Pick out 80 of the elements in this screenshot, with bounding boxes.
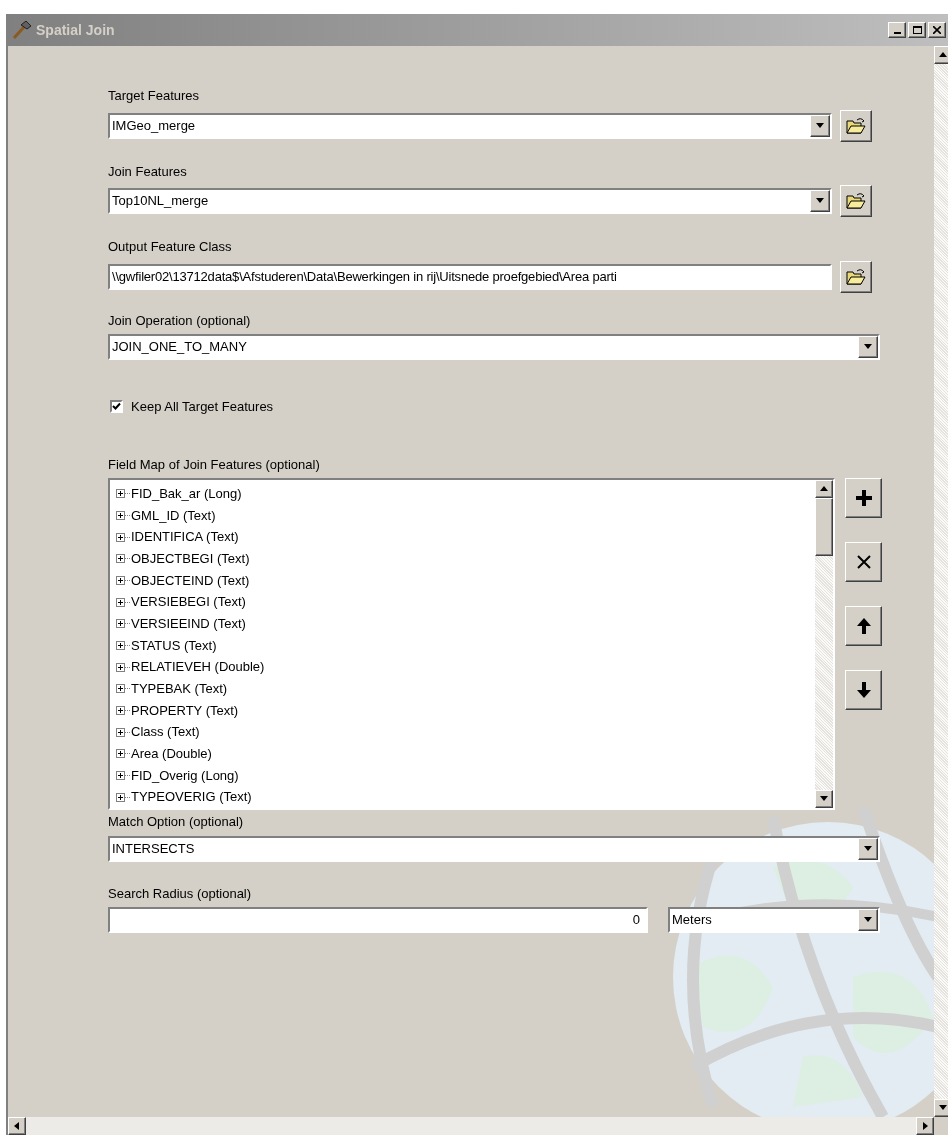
hammer-icon	[12, 21, 32, 39]
field-map-item[interactable]: STATUS (Text)	[131, 635, 217, 656]
browse-button[interactable]	[840, 185, 872, 217]
output-path-field[interactable]: \\gwfiler02\13712data$\Afstuderen\Data\Bewerkingen in rij\Uitsnede proefgebied\Area parti	[108, 263, 832, 290]
down-arrow-icon	[855, 681, 872, 699]
field-map-item[interactable]: Class (Text)	[131, 722, 200, 742]
add-button[interactable]	[845, 478, 882, 518]
browse-button[interactable]	[840, 260, 872, 293]
remove-button[interactable]	[845, 542, 882, 582]
plus-icon	[854, 489, 873, 507]
move-down-button[interactable]	[845, 670, 882, 710]
horizontal-scrollbar[interactable]	[8, 1117, 934, 1135]
field-map-item[interactable]: GML_ID (Text)	[131, 505, 216, 526]
expand-icon[interactable]	[116, 532, 125, 542]
field-map-item[interactable]: TYPEBAK (Text)	[131, 679, 228, 699]
checkbox[interactable]	[110, 400, 123, 414]
expand-icon[interactable]	[116, 489, 125, 499]
dropdown-button[interactable]	[810, 190, 830, 212]
dropdown-field[interactable]: Meters	[668, 907, 880, 933]
field-map-item[interactable]: FID_Bak_ar (Long)	[131, 484, 242, 504]
up-arrow-icon	[855, 617, 872, 635]
field-label: Search Radius (optional)	[108, 884, 253, 903]
scrollbar[interactable]	[815, 480, 833, 808]
dropdown-field[interactable]: Top10NL_merge	[108, 188, 832, 214]
field-label: Join Features	[108, 162, 188, 181]
checkbox-label: Keep All Target Features	[131, 398, 274, 416]
expand-icon[interactable]	[116, 511, 125, 520]
dropdown-field[interactable]: JOIN_ONE_TO_MANY	[108, 334, 880, 360]
field-label: Target Features	[108, 87, 201, 105]
field-label: Output Feature Class	[108, 238, 233, 256]
expand-icon[interactable]	[116, 641, 125, 651]
close-icon	[933, 26, 941, 34]
window-scrollbar[interactable]	[934, 46, 948, 1117]
expand-icon[interactable]	[116, 792, 125, 802]
dropdown-button[interactable]	[858, 336, 878, 358]
dropdown-value: INTERSECTS	[111, 839, 196, 858]
dropdown-button[interactable]	[810, 114, 830, 137]
field-map-item[interactable]: Area (Double)	[131, 744, 212, 764]
scroll-thumb[interactable]	[815, 498, 833, 556]
field-map-item[interactable]: OBJECTEIND (Text)	[131, 570, 250, 591]
minimize-button[interactable]	[888, 22, 906, 38]
dropdown-value: JOIN_ONE_TO_MANY	[111, 338, 248, 357]
expand-icon[interactable]	[116, 749, 125, 759]
field-map-item[interactable]: VERSIEBEGI (Text)	[131, 592, 246, 612]
expand-icon[interactable]	[116, 706, 125, 716]
expand-icon[interactable]	[116, 662, 125, 672]
field-map-item[interactable]: OBJECTBEGI (Text)	[131, 549, 250, 569]
field-label: Match Option (optional)	[108, 813, 245, 831]
dropdown-field[interactable]: INTERSECTS	[108, 835, 880, 862]
search-radius-field[interactable]: 0	[108, 907, 648, 933]
folder-icon	[846, 192, 866, 210]
expand-icon[interactable]	[116, 597, 125, 607]
dropdown-field[interactable]: IMGeo_merge	[108, 112, 832, 139]
dropdown-button[interactable]	[858, 837, 878, 860]
field-map-item[interactable]: PROPERTY (Text)	[131, 700, 239, 721]
expand-icon[interactable]	[116, 576, 125, 585]
field-map-item[interactable]: RELATIEVEH (Double)	[131, 657, 265, 677]
expand-icon[interactable]	[116, 684, 125, 694]
dropdown-value: Meters	[671, 911, 713, 930]
window-title: Spatial Join	[36, 20, 115, 40]
field-label: Join Operation (optional)	[108, 311, 252, 330]
expand-icon[interactable]	[116, 619, 125, 629]
maximize-button[interactable]	[908, 22, 926, 38]
dropdown-value: Top10NL_merge	[111, 192, 210, 211]
move-up-button[interactable]	[845, 606, 882, 646]
field-map-item[interactable]: VERSIEEIND (Text)	[131, 614, 246, 634]
dropdown-value: IMGeo_merge	[111, 116, 197, 135]
close-icon	[855, 554, 872, 570]
field-map-item[interactable]: FID_Overig (Long)	[131, 765, 239, 786]
close-button[interactable]	[928, 22, 946, 38]
folder-icon	[846, 116, 866, 135]
expand-icon[interactable]	[116, 771, 125, 781]
field-label: Field Map of Join Features (optional)	[108, 455, 321, 474]
expand-icon[interactable]	[116, 554, 125, 564]
browse-button[interactable]	[840, 109, 872, 142]
field-map-item[interactable]: IDENTIFICA (Text)	[131, 527, 239, 547]
field-map-item[interactable]: TYPEOVERIG (Text)	[131, 787, 252, 807]
dropdown-button[interactable]	[858, 909, 878, 931]
folder-icon	[846, 267, 866, 286]
expand-icon[interactable]	[116, 727, 125, 737]
